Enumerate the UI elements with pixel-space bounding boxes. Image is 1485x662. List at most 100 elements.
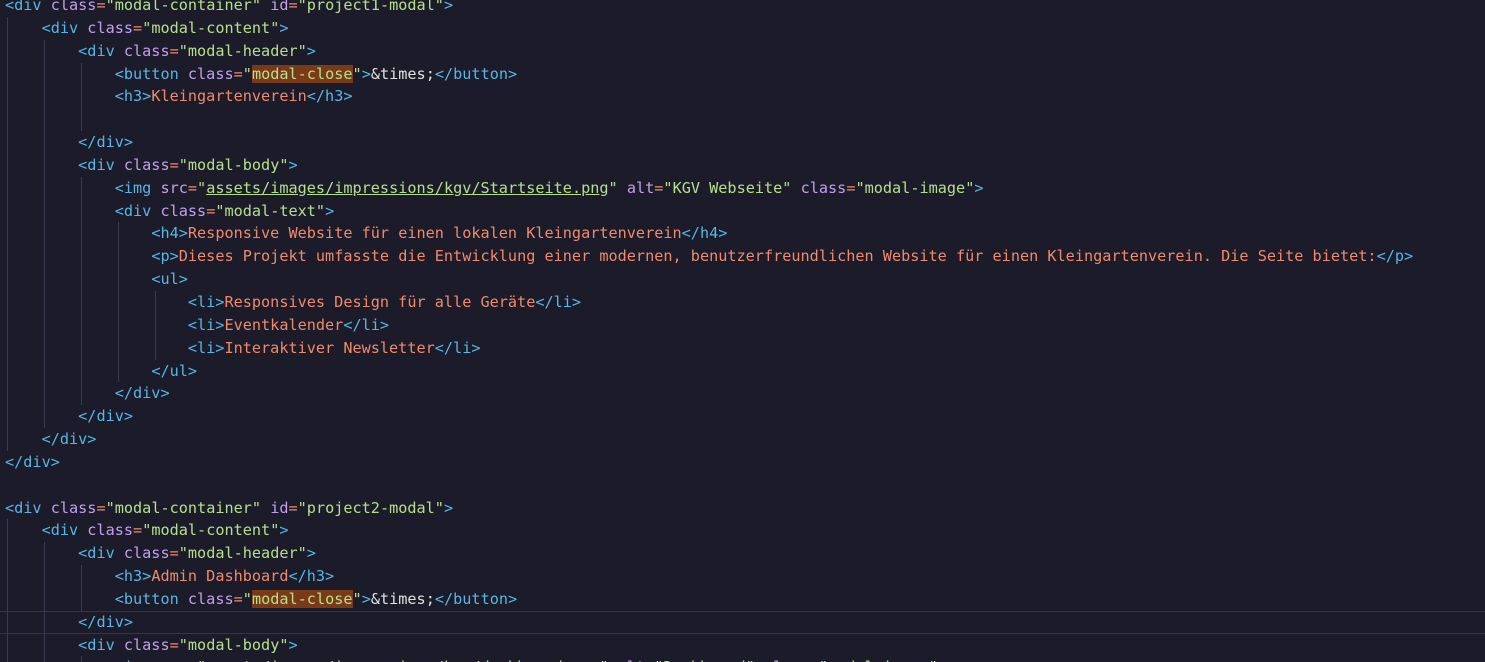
- token-tag: <div: [41, 18, 79, 37]
- token-text: =: [206, 201, 216, 220]
- code-line[interactable]: [5, 108, 1413, 132]
- token-tag: <div: [78, 635, 115, 654]
- token-text: =: [169, 635, 179, 654]
- token-tag: >: [279, 521, 289, 540]
- token-attr: class: [755, 658, 810, 662]
- indent-guide: [44, 610, 45, 634]
- token-text: =: [96, 498, 106, 517]
- code-line[interactable]: </div>: [5, 428, 1413, 451]
- token-attr: src: [151, 178, 188, 197]
- code-line[interactable]: <h3>Kleingartenverein</h3>: [5, 85, 1413, 109]
- code-line[interactable]: <h3>Admin Dashboard</h3>: [5, 565, 1413, 588]
- token-tag: </div>: [41, 430, 97, 449]
- indentation: [5, 133, 78, 151]
- token-str: "project1-modal": [297, 0, 444, 14]
- indent-guide: [7, 176, 8, 200]
- indent-guide: [44, 245, 45, 269]
- token-tag: >: [306, 544, 316, 563]
- indentation: [5, 156, 78, 174]
- indentation: [5, 613, 78, 631]
- code-line[interactable]: <div class="modal-content">: [5, 519, 1413, 543]
- code-line[interactable]: <div class="modal-header">: [5, 542, 1413, 566]
- indentation: [5, 293, 188, 311]
- token-text: Eventkalender: [224, 315, 344, 334]
- code-line[interactable]: <img src="assets/images/impressions/kgv/…: [5, 656, 1413, 662]
- indent-guide: [7, 39, 8, 63]
- indent-guide: [118, 313, 119, 337]
- indent-guide: [7, 222, 8, 246]
- token-tag: <div: [114, 201, 152, 220]
- token-tag: </div>: [5, 452, 60, 471]
- token-tag: >: [306, 41, 316, 60]
- indent-guide: [81, 268, 82, 291]
- indent-guide: [44, 336, 45, 360]
- token-text: =: [810, 658, 819, 662]
- indent-guide: [7, 290, 8, 314]
- code-line[interactable]: <p>Dieses Projekt umfasste die Entwicklu…: [5, 245, 1413, 269]
- indent-guide: [7, 108, 8, 132]
- token-str: "modal-content": [142, 521, 280, 540]
- indent-guide: [118, 268, 119, 291]
- code-line[interactable]: <div class="modal-header">: [5, 39, 1413, 63]
- indent-guide: [7, 199, 8, 223]
- indentation: [5, 19, 42, 37]
- indentation: [5, 521, 42, 539]
- indent-guide: [44, 199, 45, 223]
- token-tag: >: [361, 64, 371, 83]
- token-tag: </h3>: [288, 567, 335, 586]
- indentation: [5, 316, 188, 334]
- code-line[interactable]: <div class="modal-container" id="project…: [5, 0, 1413, 17]
- token-tag: </div>: [114, 384, 170, 403]
- token-text: =: [233, 64, 243, 83]
- token-tag: >: [279, 18, 289, 37]
- code-line[interactable]: <button class="modal-close">&times;</but…: [5, 587, 1413, 611]
- code-line[interactable]: <div class="modal-text">: [5, 199, 1413, 223]
- token-ent: &times;: [370, 64, 435, 83]
- indentation: [5, 590, 115, 608]
- code-line[interactable]: <div class="modal-body">: [5, 153, 1413, 177]
- code-line[interactable]: <li>Interaktiver Newsletter</li>: [5, 336, 1413, 360]
- code-lines[interactable]: <div class="modal-container" id="project…: [0, 0, 1485, 662]
- indentation: [5, 224, 151, 242]
- code-line[interactable]: <h4>Responsive Website für einen lokalen…: [5, 222, 1413, 246]
- indentation: [5, 544, 78, 562]
- token-attr: class: [41, 498, 97, 517]
- indent-guide: [81, 62, 82, 86]
- code-line[interactable]: </div>: [5, 131, 1413, 154]
- indentation: [5, 407, 78, 425]
- code-line[interactable]: <div class="modal-body">: [5, 633, 1413, 657]
- code-line[interactable]: <div class="modal-content">: [5, 16, 1413, 40]
- code-line[interactable]: <img src="assets/images/impressions/kgv/…: [5, 176, 1413, 200]
- token-str: ": [197, 178, 207, 197]
- indent-guide: [81, 336, 82, 360]
- code-line[interactable]: [5, 474, 1413, 497]
- indentation: [5, 658, 115, 662]
- code-line[interactable]: </div>: [0, 610, 1485, 634]
- token-tag: >: [938, 658, 947, 662]
- token-attr: src: [151, 658, 187, 662]
- code-line[interactable]: </div>: [5, 382, 1413, 406]
- indent-guide: [44, 153, 45, 177]
- code-line[interactable]: <li>Responsives Design für alle Geräte</…: [5, 290, 1413, 314]
- code-line[interactable]: <li>Eventkalender</li>: [5, 313, 1413, 337]
- token-text: Admin Dashboard: [151, 567, 289, 586]
- code-line[interactable]: </div>: [5, 405, 1413, 429]
- indent-guide: [81, 656, 82, 662]
- token-text: =: [233, 589, 243, 608]
- token-text: =: [645, 658, 654, 662]
- code-line[interactable]: </ul>: [5, 359, 1413, 383]
- token-str: ": [352, 589, 362, 608]
- code-line[interactable]: </div>: [5, 451, 1413, 474]
- token-attr: class: [114, 155, 170, 174]
- code-line[interactable]: <div class="modal-container" id="project…: [5, 497, 1413, 520]
- token-tag: >: [443, 0, 454, 14]
- token-tag: <li>: [187, 315, 225, 334]
- indent-guide: [44, 587, 45, 611]
- indent-guide: [81, 108, 82, 132]
- token-str: ": [608, 178, 618, 197]
- code-editor[interactable]: <div class="modal-container" id="project…: [0, 0, 1485, 662]
- indent-guide: [44, 131, 45, 154]
- code-line[interactable]: <button class="modal-close">&times;</but…: [5, 62, 1413, 86]
- token-attr: class: [78, 18, 134, 37]
- code-line[interactable]: <ul>: [5, 268, 1413, 291]
